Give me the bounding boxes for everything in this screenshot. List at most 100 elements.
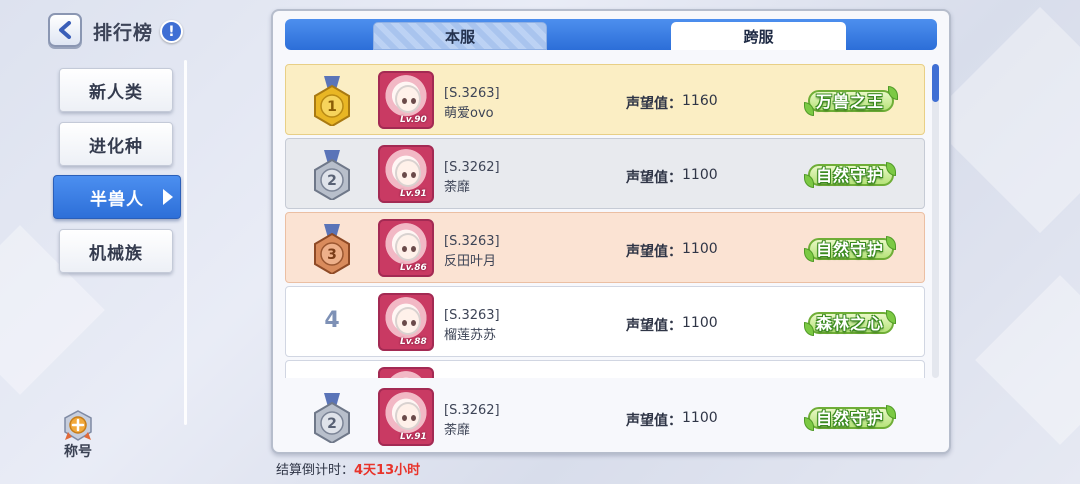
silver-medal-icon: 2 bbox=[314, 393, 350, 443]
tab-local-server[interactable]: 本服 bbox=[373, 22, 547, 50]
ranking-row-5[interactable] bbox=[285, 360, 925, 378]
avatar-eye bbox=[411, 320, 416, 326]
ranking-row-1[interactable]: 1 Lv.90 [S.3263] 萌爱ovo 声望值： 1160 万兽之王 bbox=[285, 64, 925, 135]
player-name: 榴莲苏苏 bbox=[444, 328, 497, 343]
medal-rank-text: 3 bbox=[327, 247, 337, 263]
ranking-row-3[interactable]: 3 Lv.86 [S.3263] 反田叶月 声望值： 1100 自然守护 bbox=[285, 212, 925, 283]
tab-label: 跨服 bbox=[743, 27, 774, 46]
player-level: Lv.88 bbox=[400, 337, 427, 347]
category-label: 进化种 bbox=[89, 136, 143, 157]
player-avatar[interactable]: Lv.86 bbox=[378, 219, 434, 277]
countdown-value: 4天13小时 bbox=[354, 463, 421, 478]
category-button-beastman[interactable]: 半兽人 bbox=[53, 175, 181, 219]
background-decoration bbox=[975, 275, 1080, 445]
my-rank-section: 2 Lv.91 [S.3262] 荼靡 声望值： 1100 自然守护 bbox=[285, 381, 927, 452]
title-badge-icon[interactable] bbox=[62, 410, 94, 442]
player-avatar[interactable]: Lv.90 bbox=[378, 71, 434, 129]
category-label: 半兽人 bbox=[90, 189, 144, 210]
gold-medal-icon: 1 bbox=[314, 76, 350, 126]
player-title-text: 自然守护 bbox=[815, 240, 884, 259]
prestige-label: 声望值： bbox=[626, 96, 682, 112]
avatar-eye bbox=[402, 246, 407, 252]
back-arrow-icon bbox=[59, 21, 71, 39]
category-label: 新人类 bbox=[89, 82, 143, 103]
prestige-value: 1160 bbox=[682, 93, 718, 109]
countdown-label: 结算倒计时： bbox=[276, 463, 355, 478]
player-avatar[interactable]: Lv.88 bbox=[378, 293, 434, 351]
player-name: 荼靡 bbox=[444, 423, 471, 438]
my-rank-row[interactable]: 2 Lv.91 [S.3262] 荼靡 声望值： 1100 自然守护 bbox=[285, 381, 925, 452]
player-server: [S.3262] bbox=[444, 403, 500, 418]
player-title-text: 万兽之王 bbox=[815, 92, 884, 111]
avatar-face bbox=[395, 159, 421, 187]
player-title-text: 自然守护 bbox=[815, 166, 884, 185]
player-name: 荼靡 bbox=[444, 180, 471, 195]
title-badge-label: 称号 bbox=[64, 444, 92, 460]
avatar-face bbox=[395, 307, 421, 335]
player-level: Lv.91 bbox=[400, 432, 427, 442]
player-name: 反田叶月 bbox=[444, 254, 497, 269]
prestige-label: 声望值： bbox=[626, 318, 682, 334]
player-server: [S.3263] bbox=[444, 86, 500, 101]
avatar-eye bbox=[402, 320, 407, 326]
player-avatar[interactable] bbox=[378, 367, 434, 378]
player-server: [S.3262] bbox=[444, 160, 500, 175]
category-button-evolved[interactable]: 进化种 bbox=[59, 122, 173, 166]
player-avatar[interactable]: Lv.91 bbox=[378, 145, 434, 203]
prestige-value: 1100 bbox=[682, 241, 718, 257]
prestige-label: 声望值： bbox=[626, 244, 682, 260]
category-scrollbar[interactable] bbox=[184, 60, 187, 425]
prestige-label: 声望值： bbox=[626, 413, 682, 429]
player-title-text: 自然守护 bbox=[815, 409, 884, 428]
ranking-row-2[interactable]: 2 Lv.91 [S.3262] 荼靡 声望值： 1100 自然守护 bbox=[285, 138, 925, 209]
prestige-value: 1100 bbox=[682, 410, 718, 426]
player-avatar[interactable]: Lv.91 bbox=[378, 388, 434, 446]
player-title-plate: 自然守护 bbox=[804, 228, 896, 268]
avatar-eye bbox=[402, 415, 407, 421]
server-tabbar: 本服 跨服 bbox=[285, 19, 937, 50]
settlement-countdown: 结算倒计时：4天13小时 bbox=[276, 459, 420, 478]
player-title-text: 森林之心 bbox=[815, 314, 884, 333]
info-icon[interactable]: ! bbox=[160, 20, 183, 43]
medal-rank-text: 2 bbox=[327, 416, 337, 432]
medal-rank-text: 1 bbox=[327, 99, 337, 115]
selected-arrow-icon bbox=[163, 189, 173, 205]
rank-number: 4 bbox=[324, 308, 340, 333]
player-title-plate: 自然守护 bbox=[804, 397, 896, 437]
category-button-mechanical[interactable]: 机械族 bbox=[59, 229, 173, 273]
player-title-plate: 自然守护 bbox=[804, 154, 896, 194]
ranking-row-4[interactable]: 4 Lv.88 [S.3263] 榴莲苏苏 声望值： 1100 森林之心 bbox=[285, 286, 925, 357]
prestige-value: 1100 bbox=[682, 315, 718, 331]
category-button-new-human[interactable]: 新人类 bbox=[59, 68, 173, 112]
avatar-eye bbox=[411, 172, 416, 178]
avatar-face bbox=[395, 233, 421, 261]
avatar-face bbox=[395, 85, 421, 113]
player-level: Lv.90 bbox=[400, 115, 427, 125]
ranking-list[interactable]: 1 Lv.90 [S.3263] 萌爱ovo 声望值： 1160 万兽之王 2 bbox=[285, 62, 927, 378]
prestige-label: 声望值： bbox=[626, 170, 682, 186]
player-level: Lv.91 bbox=[400, 189, 427, 199]
page-title: 排行榜 bbox=[93, 22, 154, 44]
tab-label: 本服 bbox=[444, 27, 475, 46]
player-server: [S.3263] bbox=[444, 234, 500, 249]
player-name: 萌爱ovo bbox=[444, 106, 494, 121]
avatar-face bbox=[395, 402, 421, 430]
prestige-value: 1100 bbox=[682, 167, 718, 183]
player-server: [S.3263] bbox=[444, 308, 500, 323]
bronze-medal-icon: 3 bbox=[314, 224, 350, 274]
medal-rank-text: 2 bbox=[327, 173, 337, 189]
back-button[interactable] bbox=[48, 13, 82, 47]
silver-medal-icon: 2 bbox=[314, 150, 350, 200]
avatar-eye bbox=[402, 98, 407, 104]
ranking-scrollbar-thumb[interactable] bbox=[932, 64, 939, 102]
avatar-eye bbox=[402, 172, 407, 178]
avatar-eye bbox=[411, 415, 416, 421]
player-level: Lv.86 bbox=[400, 263, 427, 273]
player-title-plate: 万兽之王 bbox=[804, 80, 898, 120]
ranking-scrollbar-track[interactable] bbox=[932, 64, 939, 378]
avatar-eye bbox=[411, 98, 416, 104]
tab-cross-server[interactable]: 跨服 bbox=[671, 22, 846, 50]
avatar-eye bbox=[411, 246, 416, 252]
player-title-plate: 森林之心 bbox=[804, 302, 896, 342]
category-label: 机械族 bbox=[89, 243, 143, 264]
